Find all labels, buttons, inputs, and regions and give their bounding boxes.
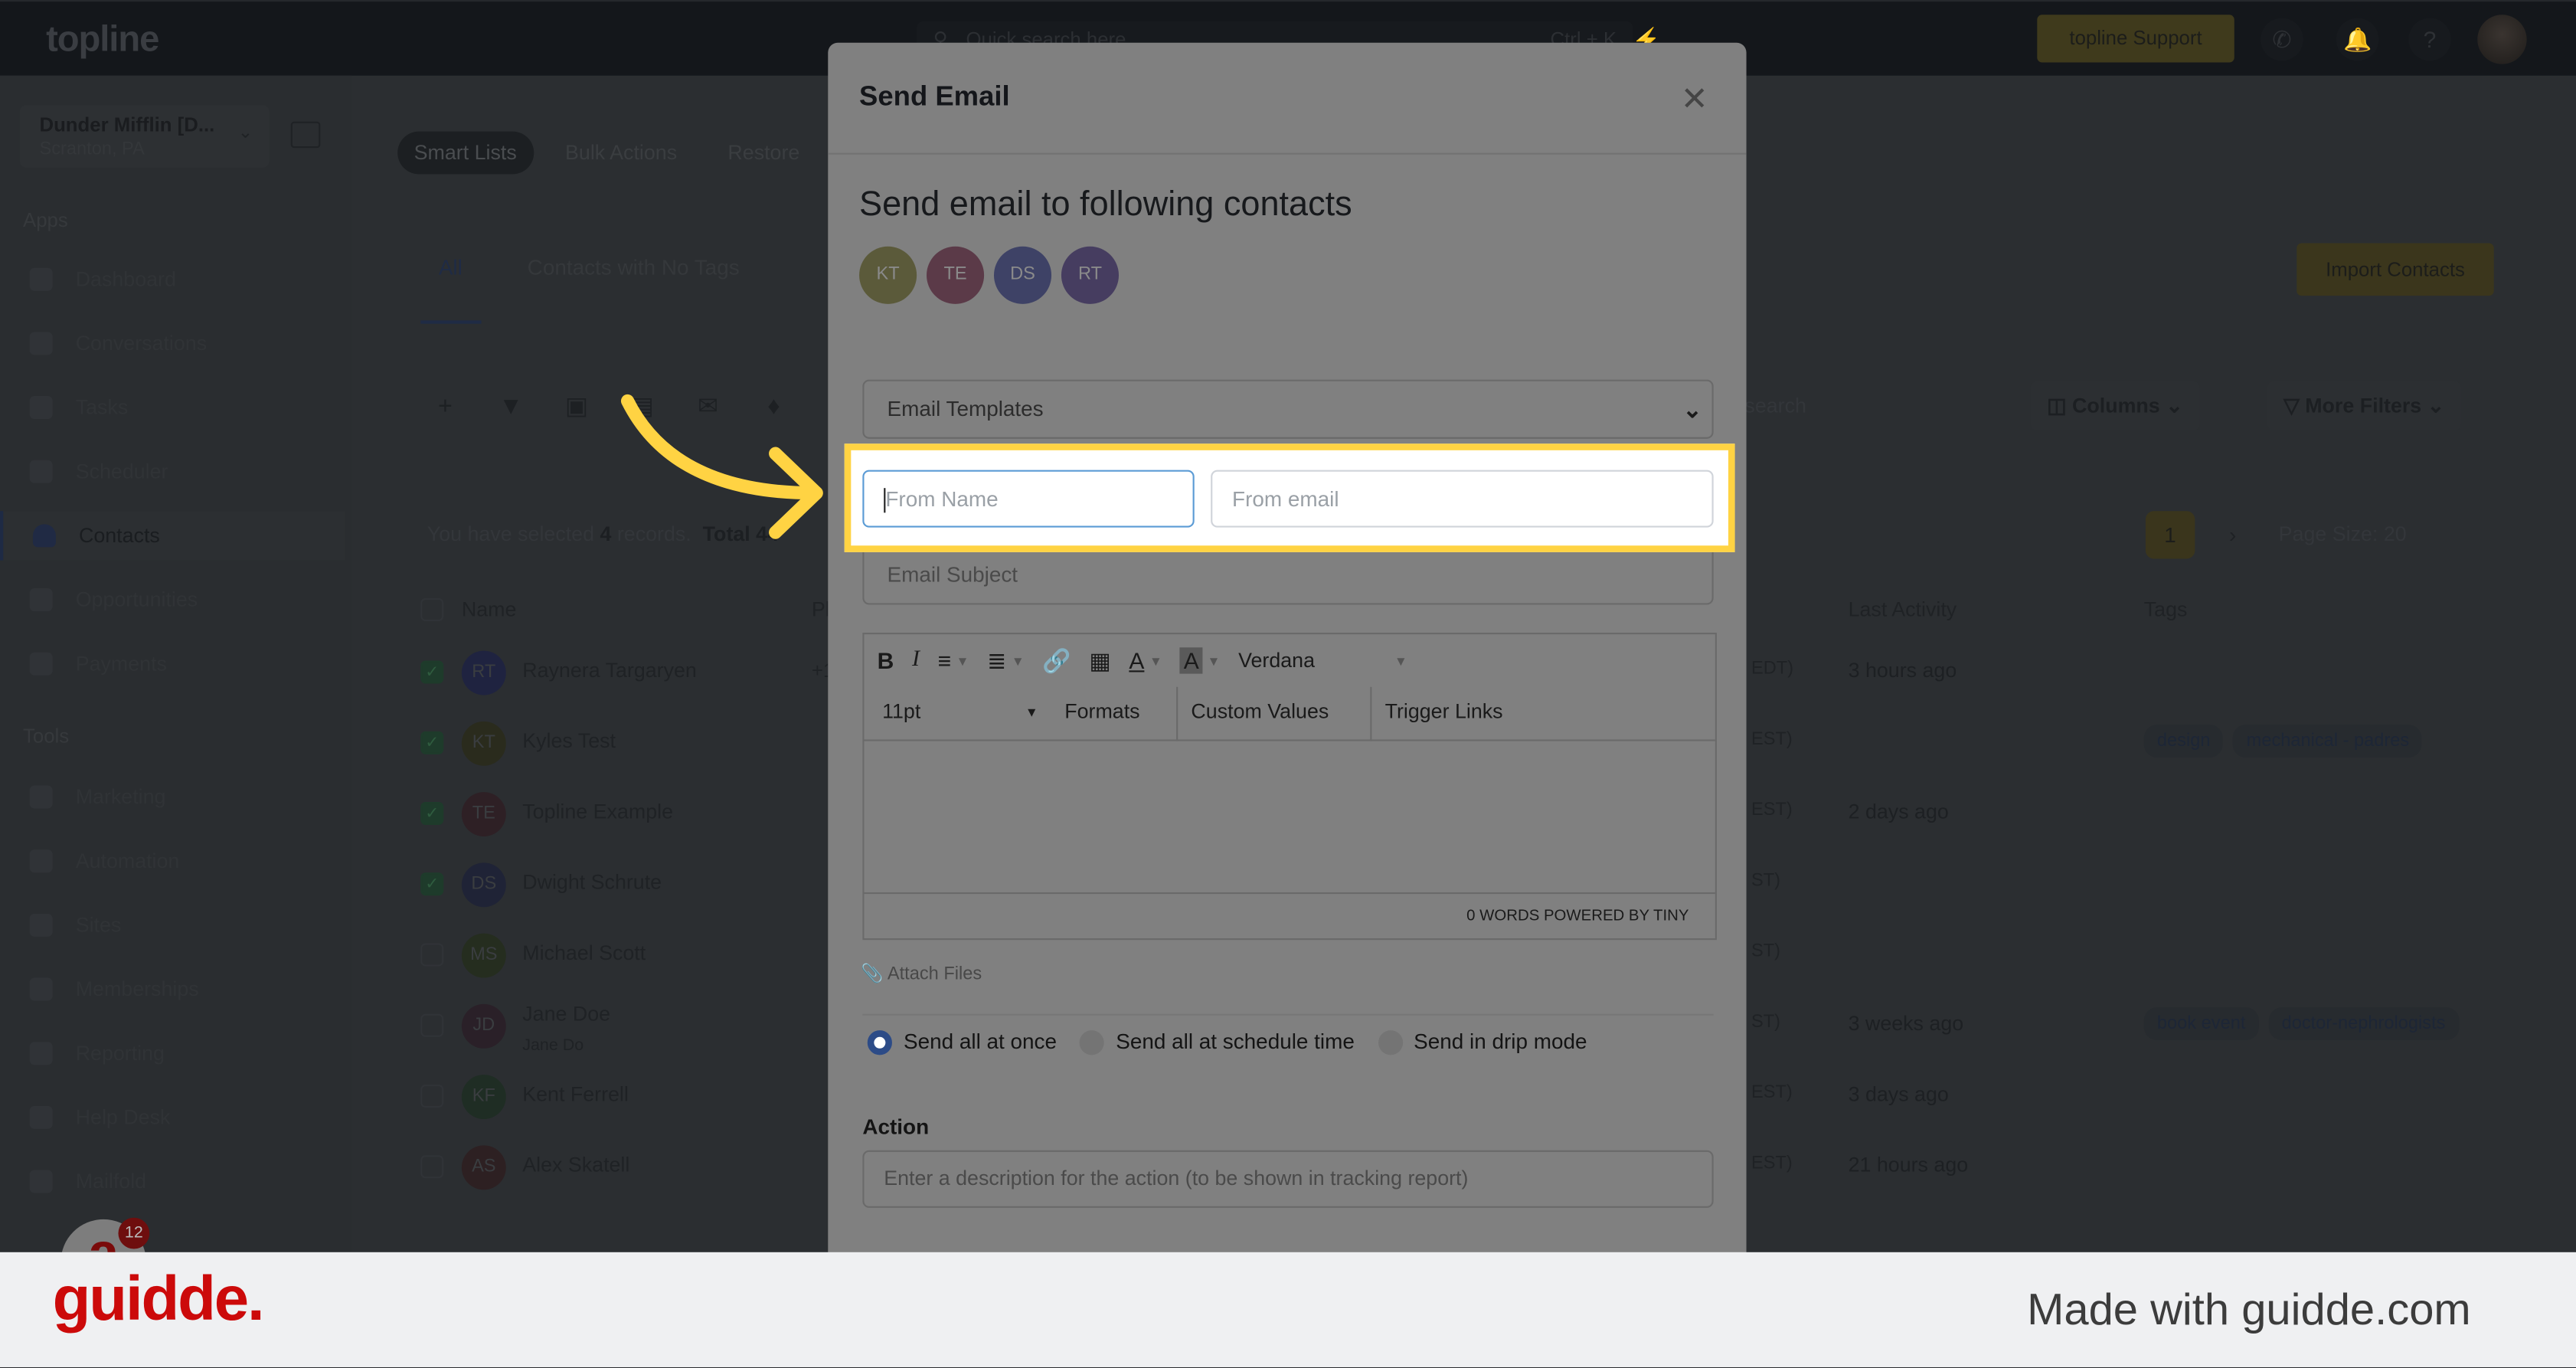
arrow-curve xyxy=(620,394,820,500)
pointer-arrow xyxy=(620,394,823,539)
guidde-footer: guidde. Made with guidde.com xyxy=(0,1252,2576,1367)
guidde-logo: guidde. xyxy=(52,1265,265,1335)
screen: topline ⚲ Quick search here Ctrl + K ⚡ t… xyxy=(0,0,2576,1367)
made-with-text: Made with guidde.com xyxy=(2027,1285,2471,1335)
